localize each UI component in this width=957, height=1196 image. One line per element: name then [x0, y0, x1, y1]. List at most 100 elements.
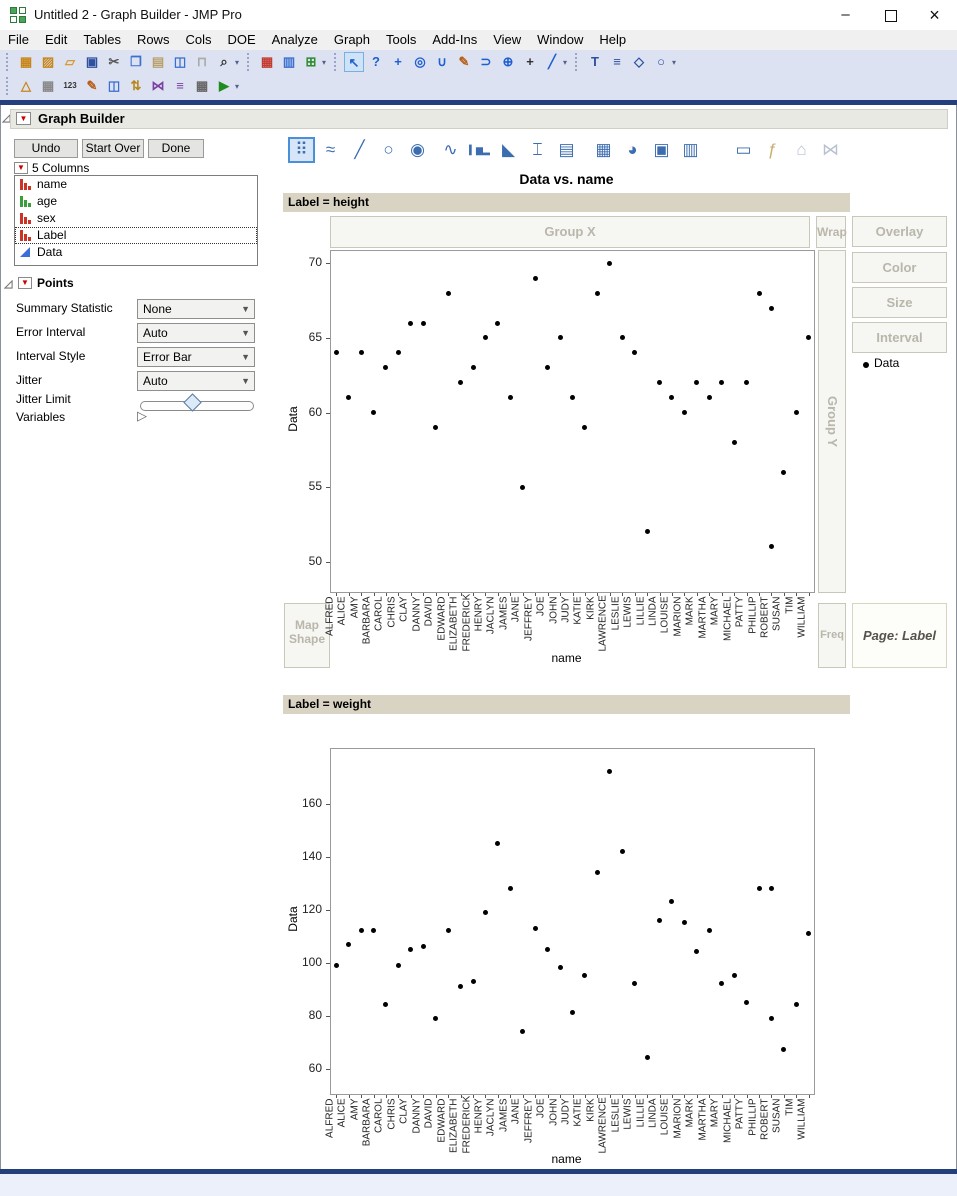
- menu-file[interactable]: File: [0, 30, 37, 50]
- element-histogram-icon[interactable]: ▤: [553, 137, 580, 163]
- data-point-tim[interactable]: [794, 410, 799, 415]
- element-line-of-fit-icon[interactable]: ╱: [346, 137, 373, 163]
- save-icon[interactable]: ▣: [82, 52, 102, 72]
- data-point-martha[interactable]: [707, 928, 712, 933]
- data-point-jeffrey[interactable]: [533, 276, 538, 281]
- polygon-annotation-icon[interactable]: ◇: [629, 52, 649, 72]
- search-icon[interactable]: ⌕: [214, 52, 234, 72]
- data-table-red-icon[interactable]: ▦: [257, 52, 277, 72]
- magnifier-tool-icon[interactable]: ⊕: [498, 52, 518, 72]
- error-interval-select[interactable]: Auto ▼: [137, 323, 255, 343]
- data-point-mark[interactable]: [694, 949, 699, 954]
- help-tool-icon[interactable]: ?: [366, 52, 386, 72]
- new-data-table-icon[interactable]: ▦: [16, 52, 36, 72]
- variables-disclosure-icon[interactable]: ▷: [137, 408, 147, 424]
- data-point-michael[interactable]: [732, 973, 737, 978]
- data-point-danny[interactable]: [421, 944, 426, 949]
- menu-tools[interactable]: Tools: [378, 30, 424, 50]
- data-point-alfred[interactable]: [334, 963, 339, 968]
- color-zone[interactable]: Color: [852, 252, 947, 283]
- element-bar-icon[interactable]: ▍▆▂: [466, 137, 493, 163]
- data-point-louise[interactable]: [669, 899, 674, 904]
- element-treemap-icon[interactable]: ▣: [648, 137, 675, 163]
- data-point-mary[interactable]: [719, 981, 724, 986]
- done-button[interactable]: Done: [148, 139, 204, 158]
- data-point-william[interactable]: [806, 931, 811, 936]
- element-mosaic-icon[interactable]: ▥: [677, 137, 704, 163]
- data-point-edward[interactable]: [446, 928, 451, 933]
- data-point-patty[interactable]: [744, 1000, 749, 1005]
- columns-red-triangle-icon[interactable]: ▼: [14, 162, 28, 174]
- data-point-chris[interactable]: [396, 963, 401, 968]
- brush-tool-icon[interactable]: ✎: [454, 52, 474, 72]
- data-point-alfred[interactable]: [334, 350, 339, 355]
- data-point-linda[interactable]: [657, 380, 662, 385]
- toolbar-overflow-icon[interactable]: ▾: [563, 53, 571, 73]
- data-point-linda[interactable]: [657, 918, 662, 923]
- jitter-select[interactable]: Auto ▼: [137, 371, 255, 391]
- data-point-alice[interactable]: [346, 395, 351, 400]
- column-item-label[interactable]: Label: [15, 227, 257, 244]
- element-caption-box-icon[interactable]: ▭: [730, 137, 757, 163]
- data-point-henry[interactable]: [483, 910, 488, 915]
- data-point-barbara[interactable]: [371, 928, 376, 933]
- menu-tables[interactable]: Tables: [75, 30, 129, 50]
- data-point-judy[interactable]: [570, 1010, 575, 1015]
- column-item-name[interactable]: name: [15, 176, 257, 193]
- data-point-phillip[interactable]: [757, 886, 762, 891]
- maximize-button[interactable]: [868, 0, 913, 30]
- run-script-icon[interactable]: ▶: [214, 76, 234, 96]
- data-point-susan[interactable]: [781, 1047, 786, 1052]
- data-point-henry[interactable]: [483, 335, 488, 340]
- element-box-plot-icon[interactable]: ⌶: [524, 137, 551, 163]
- column-item-sex[interactable]: sex: [15, 210, 257, 227]
- menu-addins[interactable]: Add-Ins: [424, 30, 485, 50]
- minimize-button[interactable]: –: [823, 0, 868, 30]
- data-point-frederick[interactable]: [471, 365, 476, 370]
- element-ellipse-icon[interactable]: ○: [375, 137, 402, 163]
- data-point-elizabeth[interactable]: [458, 984, 463, 989]
- menu-help[interactable]: Help: [591, 30, 634, 50]
- element-parallel-icon[interactable]: ⋈: [817, 137, 844, 163]
- data-point-carol[interactable]: [383, 1002, 388, 1007]
- scatter-plot-height[interactable]: [330, 250, 815, 593]
- points-red-triangle-icon[interactable]: ▼: [18, 277, 32, 289]
- menu-rows[interactable]: Rows: [129, 30, 178, 50]
- toolbar-overflow-icon[interactable]: ▾: [672, 53, 680, 73]
- grid-view-icon[interactable]: ▦: [38, 76, 58, 96]
- data-point-susan[interactable]: [781, 470, 786, 475]
- note-icon[interactable]: ✎: [82, 76, 102, 96]
- data-point-lillie[interactable]: [645, 1055, 650, 1060]
- summary-statistic-select[interactable]: None ▼: [137, 299, 255, 319]
- open-icon[interactable]: ▱: [60, 52, 80, 72]
- group-y-zone[interactable]: Group Y: [818, 250, 846, 593]
- column-item-data[interactable]: Data: [15, 244, 257, 261]
- element-area-icon[interactable]: ◣: [495, 137, 522, 163]
- menu-window[interactable]: Window: [529, 30, 591, 50]
- data-point-patty[interactable]: [744, 380, 749, 385]
- data-point-martha[interactable]: [707, 395, 712, 400]
- data-point-leslie[interactable]: [620, 849, 625, 854]
- data-point-robert[interactable]: [769, 886, 774, 891]
- columns-viewer-icon[interactable]: ▥: [279, 52, 299, 72]
- data-point-leslie[interactable]: [620, 335, 625, 340]
- data-point-danny[interactable]: [421, 321, 426, 326]
- plus-tool-icon[interactable]: +: [520, 52, 540, 72]
- data-point-katie[interactable]: [582, 425, 587, 430]
- data-point-jeffrey[interactable]: [533, 926, 538, 931]
- page-zone[interactable]: Page: Label: [852, 603, 947, 668]
- data-point-lewis[interactable]: [632, 981, 637, 986]
- data-point-louise[interactable]: [669, 395, 674, 400]
- new-journal-icon[interactable]: ▨: [38, 52, 58, 72]
- toolbar-overflow-icon[interactable]: ▾: [235, 77, 243, 97]
- data-point-kirk[interactable]: [595, 870, 600, 875]
- undo-button[interactable]: Undo: [14, 139, 78, 158]
- data-point-elizabeth[interactable]: [458, 380, 463, 385]
- group-x-zone[interactable]: Group X: [330, 216, 810, 248]
- data-point-marion[interactable]: [682, 410, 687, 415]
- element-smoother-icon[interactable]: ≈: [317, 137, 344, 163]
- hand-tool-icon[interactable]: ∪: [432, 52, 452, 72]
- lock-icon[interactable]: ⊓: [192, 52, 212, 72]
- data-point-robert[interactable]: [769, 306, 774, 311]
- hierarchy-icon[interactable]: ≡: [170, 76, 190, 96]
